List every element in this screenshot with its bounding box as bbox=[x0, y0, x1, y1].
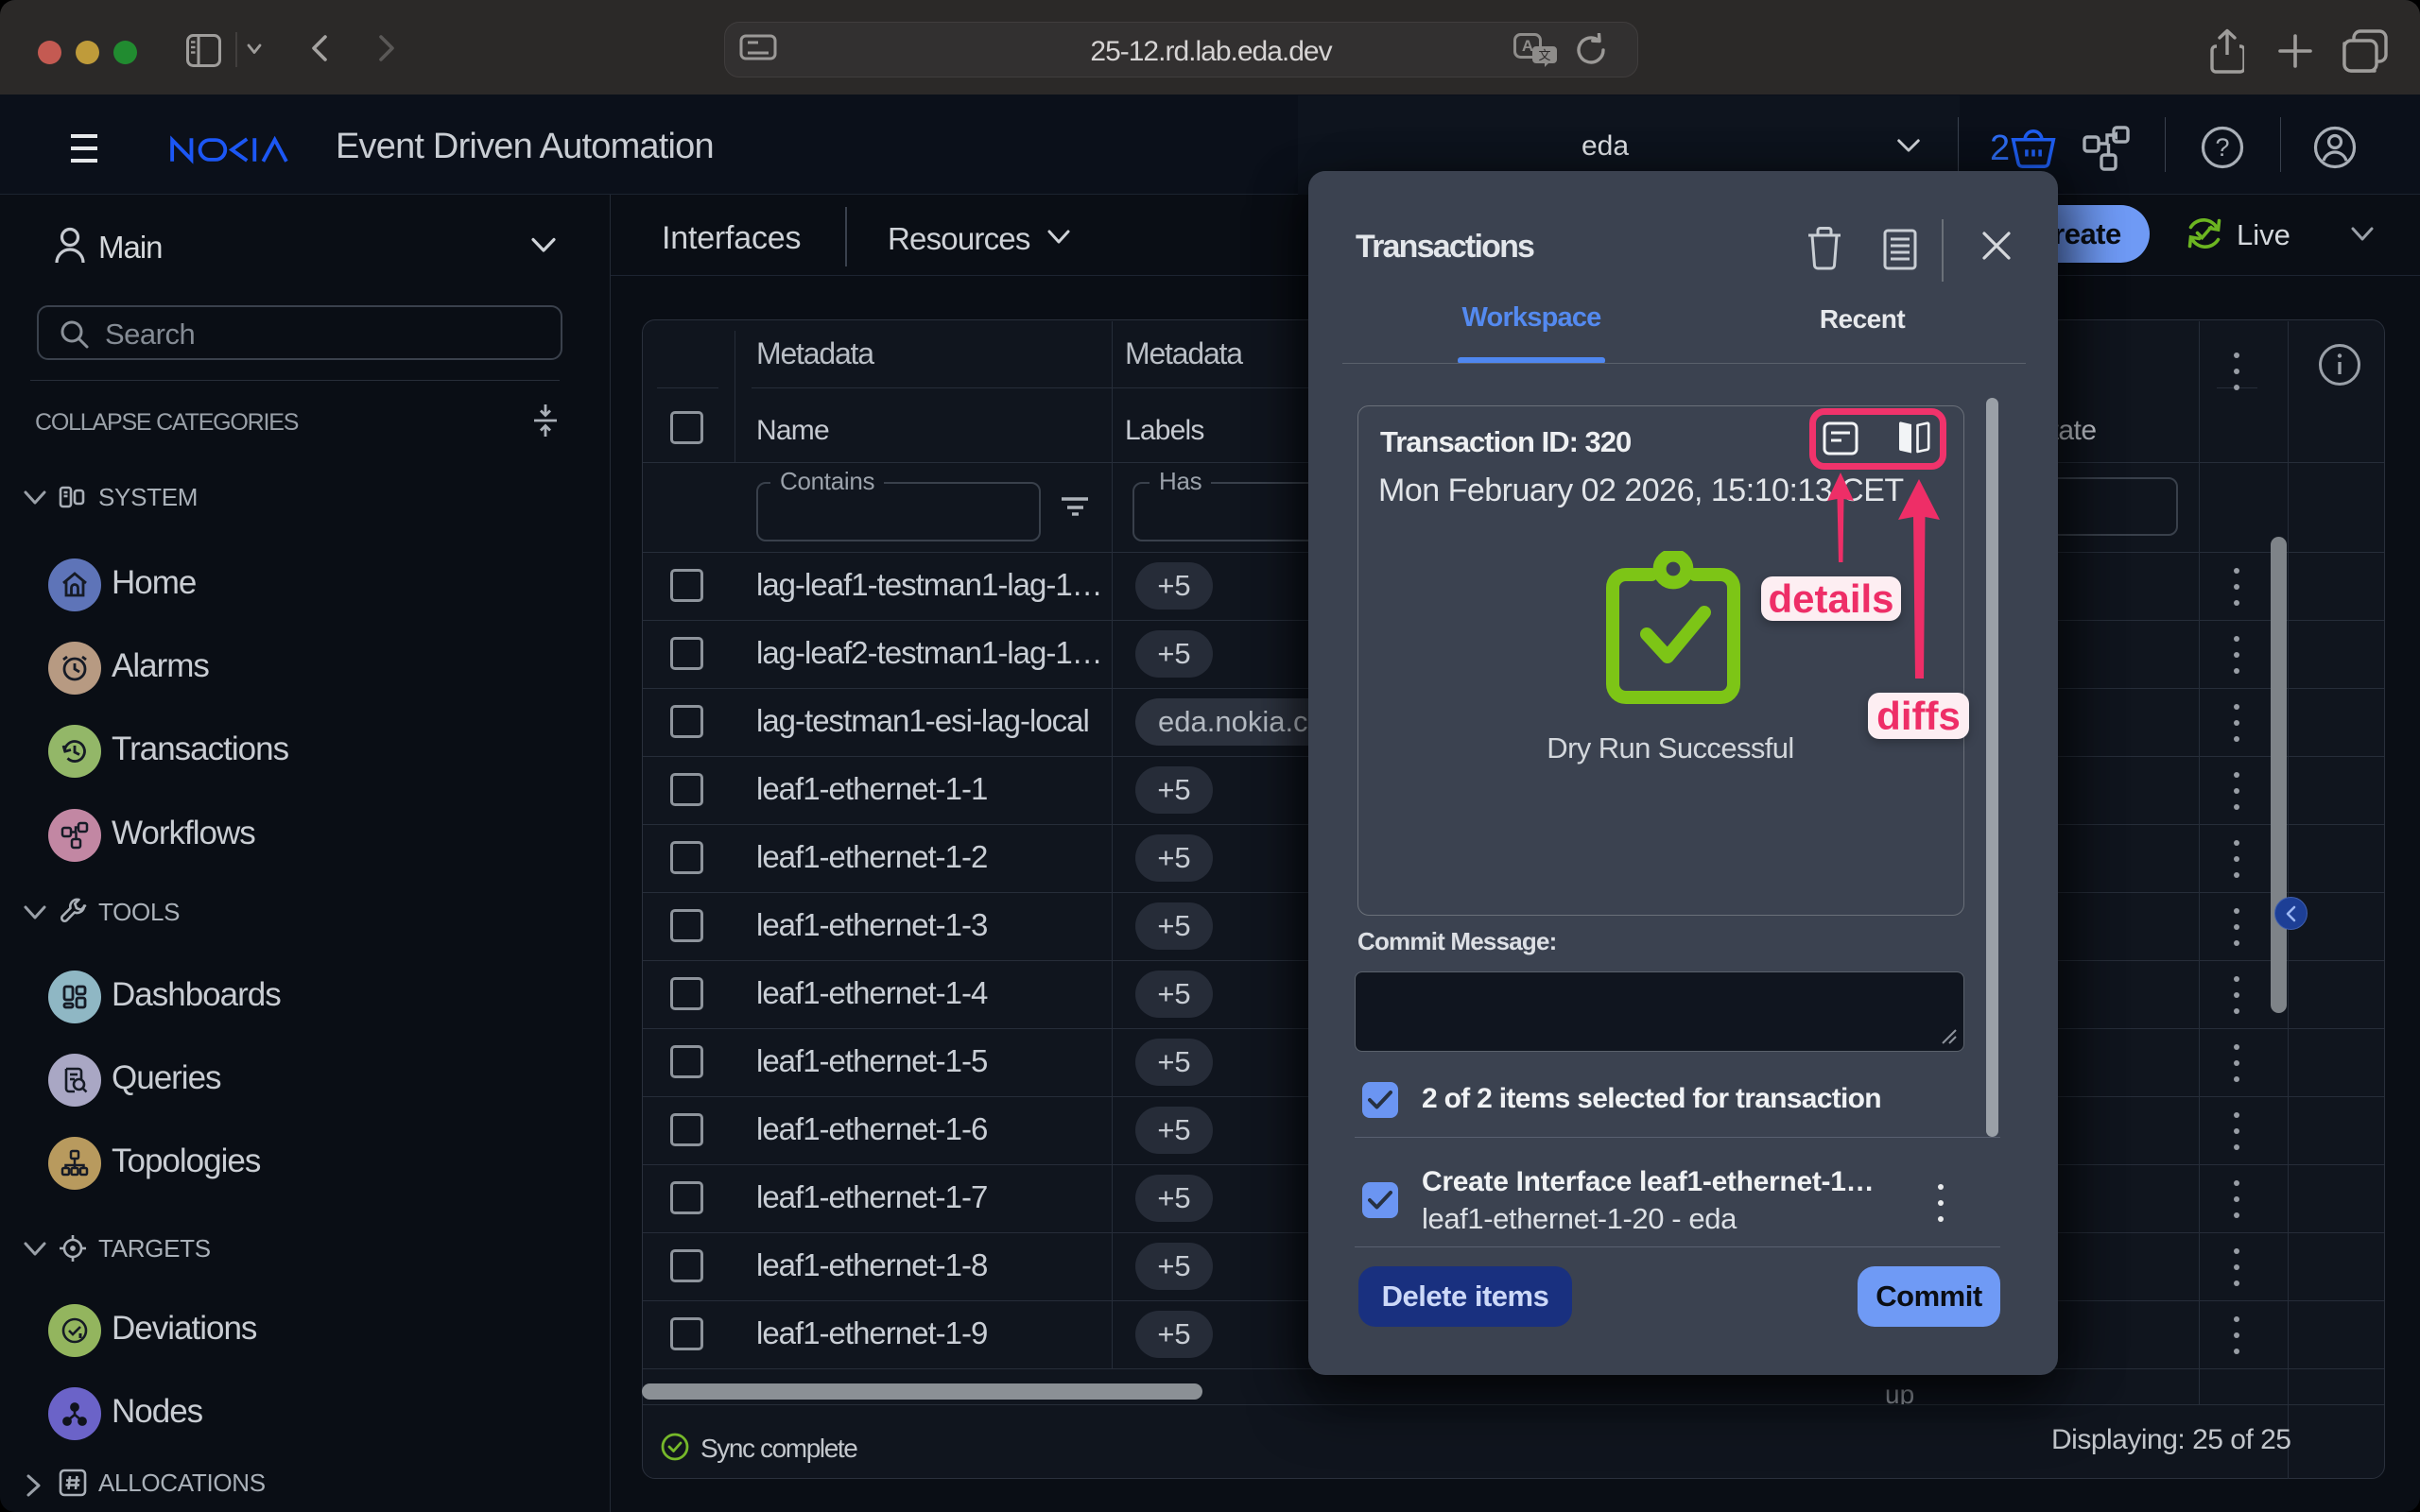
svg-text:A: A bbox=[1522, 37, 1533, 55]
svg-text:文: 文 bbox=[1538, 48, 1550, 62]
svg-text:?: ? bbox=[2215, 133, 2229, 162]
